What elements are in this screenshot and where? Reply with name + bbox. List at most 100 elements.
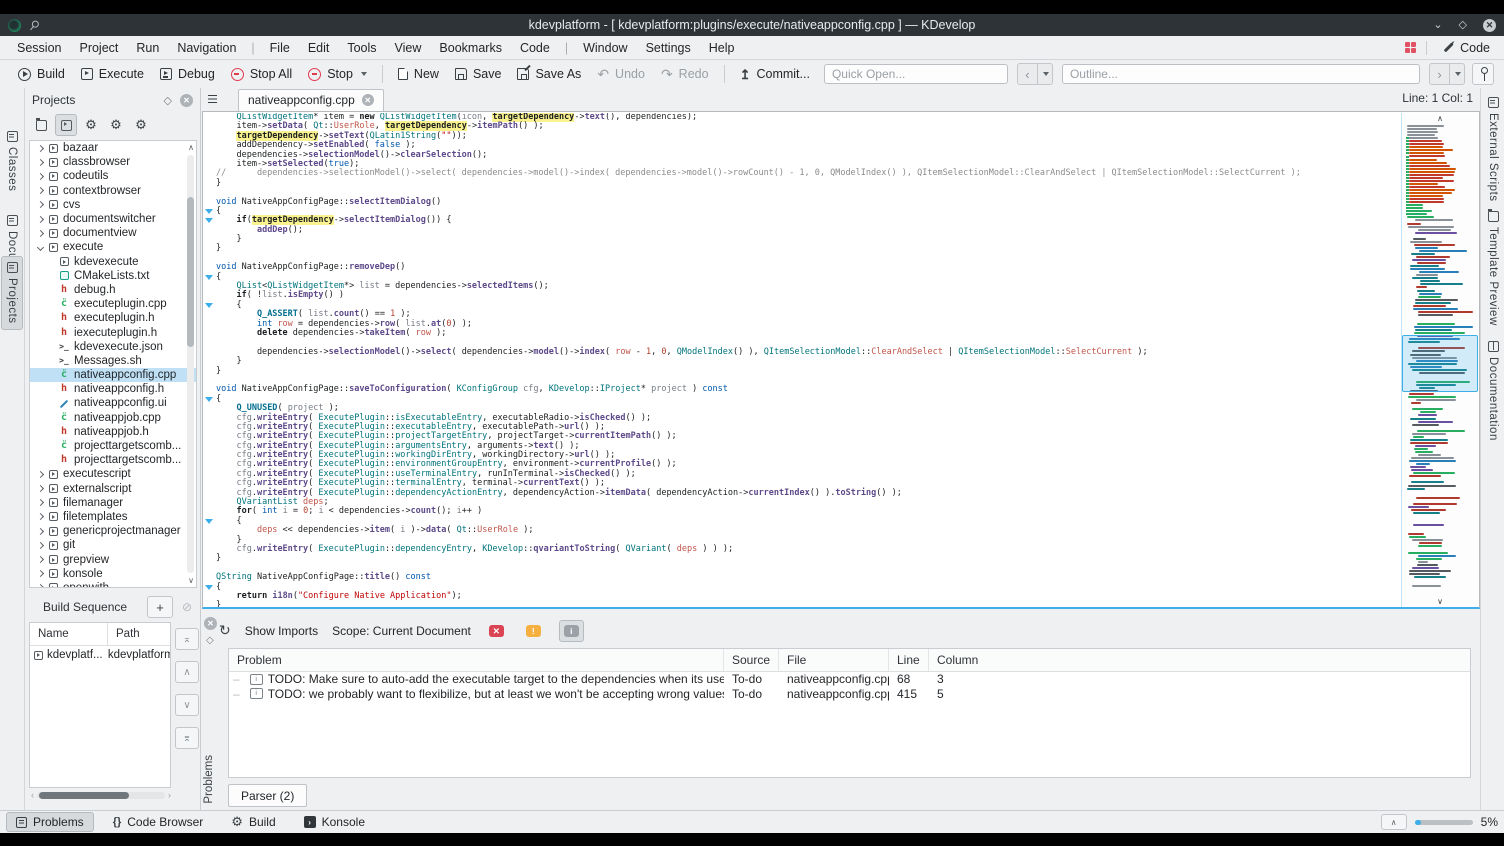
minimap-scroll-down-icon[interactable]: ∨ [1437,597,1443,606]
move-down-icon[interactable]: ∨ [175,694,199,716]
code-area-button[interactable]: Code [1437,39,1496,57]
stop-all-button[interactable]: Stop All [223,64,300,84]
new-button[interactable]: New [390,64,447,84]
tree-item[interactable]: codeutils [30,169,196,183]
code-line[interactable]: deps << dependencies->item( i )->data( Q… [216,525,1401,535]
sidebar-tab-documentation[interactable]: Documentation [1482,336,1504,446]
code-line[interactable]: cfg.writeEntry( ExecutePlugin::dependenc… [216,488,1401,498]
code-line[interactable]: QString NativeAppConfigPage::title() con… [216,572,1401,582]
tree-item[interactable]: contextbrowser [30,184,196,198]
move-up-icon[interactable]: ∧ [175,661,199,683]
column-header-problem[interactable]: Problem [229,649,724,671]
save-as-button[interactable]: Save As [509,64,589,84]
tree-item[interactable]: h iexecuteplugin.h [30,325,196,339]
open-folder-icon[interactable] [30,114,52,136]
column-header-source[interactable]: Source [724,649,779,671]
fold-marker-icon[interactable] [205,585,213,590]
tree-item[interactable]: openwith [30,581,196,587]
tree-item[interactable]: documentview [30,226,196,240]
tree-item[interactable]: c̈ nativeappjob.cpp [30,411,196,425]
tree-item[interactable]: execute [30,240,196,254]
add-to-build-sequence-button[interactable]: + [147,596,173,618]
hint-filter-icon[interactable]: i [558,620,584,642]
menu-bookmarks[interactable]: Bookmarks [430,39,511,57]
tree-item[interactable]: >_ kdevexecute.json [30,340,196,354]
code-line[interactable]: } [216,244,1401,253]
chevron-right-icon[interactable] [36,144,45,152]
code-line[interactable]: // dependencies->selectionModel()->selec… [216,169,1401,178]
forward-history-dropdown[interactable] [1450,63,1465,85]
tree-item[interactable]: c̈ projecttargetscomb... [30,439,196,453]
chevron-right-icon[interactable] [36,158,45,166]
chevron-right-icon[interactable] [36,201,45,209]
back-button[interactable]: ‹ [1016,63,1038,85]
code-line[interactable]: } [216,356,1401,366]
column-header-file[interactable]: File [779,649,889,671]
fold-marker-icon[interactable] [205,397,213,402]
code-line[interactable]: if( !list.isEmpty() ) [216,291,1401,300]
tree-item[interactable]: genericprojectmanager [30,524,196,538]
move-bottom-icon[interactable]: ⌆ [175,727,199,749]
execute-button[interactable]: Execute [73,64,152,84]
document-list-icon[interactable] [204,91,224,109]
quick-open-input[interactable]: Quick Open... [823,64,1008,84]
tree-item[interactable]: h executeplugin.h [30,311,196,325]
code-line[interactable]: void NativeAppConfigPage::selectItemDial… [216,197,1401,207]
code-line[interactable]: if(targetDependency->selectItemDialog())… [216,215,1401,226]
debug-button[interactable]: Debug [152,64,223,84]
code-line[interactable]: } [216,366,1401,376]
column-header-name[interactable]: Name [30,623,108,645]
chevron-right-icon[interactable] [36,584,45,587]
statusbar-tab-problems[interactable]: Problems [6,812,94,832]
chevron-right-icon[interactable] [36,527,45,535]
tree-item[interactable]: classbrowser [30,155,196,169]
problem-row[interactable]: – i TODO: we probably want to flexibilize,… [229,687,1470,702]
maximize-icon[interactable]: ◇ [1459,19,1467,31]
float-icon[interactable]: ◇ [164,94,172,107]
parser-tab[interactable]: Parser (2) [228,784,308,807]
scroll-right-icon[interactable]: › [168,790,171,800]
code-line[interactable]: } [216,234,1401,244]
tree-item[interactable]: filemanager [30,496,196,510]
tree-item[interactable]: cvs [30,198,196,212]
tree-item[interactable]: konsole [30,567,196,581]
tree-item[interactable]: grepview [30,552,196,566]
build-sequence-row[interactable]: kdevplatf... kdevplatform [30,646,170,664]
error-filter-icon[interactable]: ✕ [485,621,508,641]
sidebar-tab-projects[interactable]: Projects [1,256,23,330]
gear-icon[interactable]: ⚙ [80,114,102,136]
scope-dropdown[interactable]: Scope: Current Document [332,624,471,638]
build-sequence-hscrollbar[interactable]: ‹ › [31,790,171,800]
close-icon[interactable]: ✕ [204,617,217,630]
menu-edit[interactable]: Edit [299,39,339,57]
tree-item[interactable]: documentswitcher [30,212,196,226]
menu-session[interactable]: Session [8,39,70,57]
menu-window[interactable]: Window [574,39,636,57]
fold-marker-icon[interactable] [205,218,213,224]
column-header-column[interactable]: Column [929,649,1470,671]
sidebar-tab-classes[interactable]: Classes [1,126,23,196]
tree-item[interactable]: git [30,538,196,552]
float-icon[interactable]: ◇ [206,635,214,646]
run-target-icon[interactable] [55,114,77,136]
tree-item[interactable]: nativeappconfig.ui [30,396,196,410]
forward-button[interactable]: › [1429,63,1450,85]
chevron-right-icon[interactable] [36,541,45,549]
scroll-left-icon[interactable]: ‹ [31,790,34,800]
fold-marker-icon[interactable] [205,303,213,308]
statusbar-tab-build[interactable]: ⚙ Build [222,813,284,831]
menu-settings[interactable]: Settings [637,39,700,57]
close-icon[interactable]: ✕ [1483,18,1496,32]
fold-marker-icon[interactable] [205,519,213,525]
menu-code[interactable]: Code [511,39,559,57]
chevron-right-icon[interactable] [36,570,45,578]
document-tab[interactable]: nativeappconfig.cpp ✕ [238,88,384,111]
build-button[interactable]: Build [10,64,73,84]
chevron-right-icon[interactable] [36,229,45,237]
chevron-right-icon[interactable] [36,555,45,564]
code-line[interactable]: QList<QListWidgetItem*> list = dependenc… [216,281,1401,291]
menu-help[interactable]: Help [700,39,744,57]
chevron-right-icon[interactable] [36,470,45,478]
tree-item[interactable]: c̈ executeplugin.cpp [30,297,196,311]
problem-row[interactable]: – i TODO: Make sure to auto-add the execut… [229,672,1470,687]
